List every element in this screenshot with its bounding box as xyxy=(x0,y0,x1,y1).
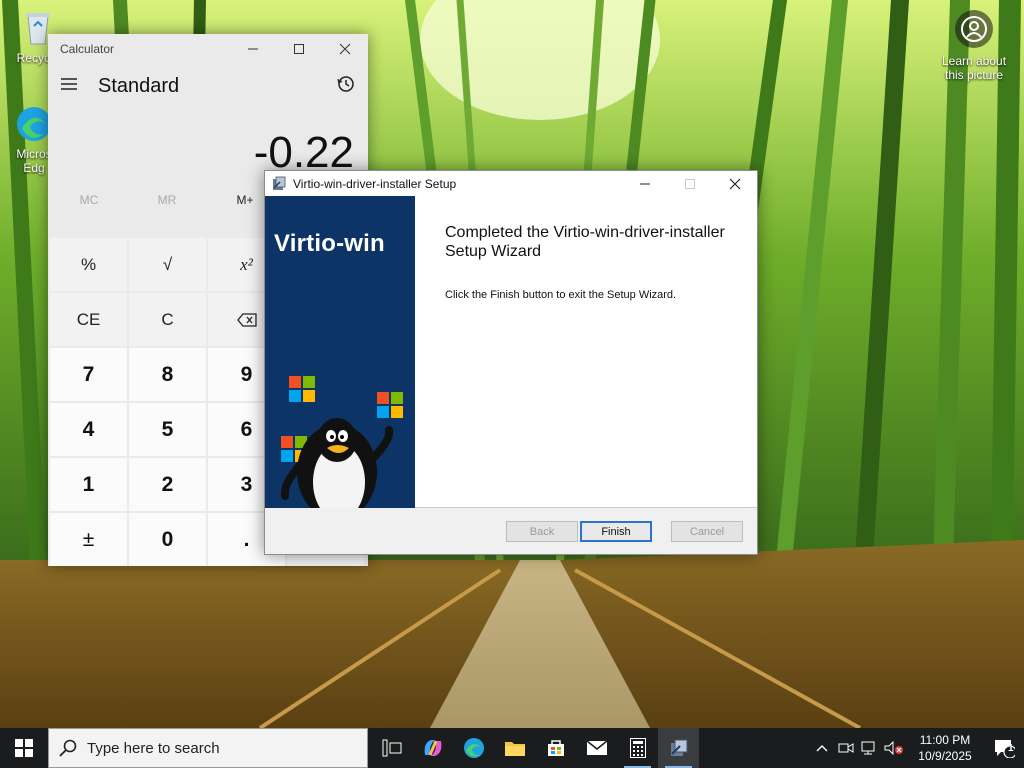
digit-0-key[interactable]: 0 xyxy=(129,513,206,566)
setup-titlebar[interactable]: Virtio-win-driver-installer Setup xyxy=(265,171,757,196)
setup-taskbar-button[interactable] xyxy=(658,728,699,768)
meet-icon xyxy=(838,743,854,753)
copilot-button[interactable] xyxy=(412,728,453,768)
tux-penguin-illustration xyxy=(280,376,403,508)
copilot-icon xyxy=(424,740,441,756)
volume-muted-icon xyxy=(884,741,903,755)
installer-app-icon xyxy=(271,176,287,192)
setup-message: Click the Finish button to exit the Setu… xyxy=(445,289,677,301)
history-icon xyxy=(337,75,354,92)
hamburger-icon xyxy=(61,77,77,90)
show-hidden-icons-button[interactable] xyxy=(810,728,834,768)
edge-icon xyxy=(463,738,484,758)
negate-key[interactable]: ± xyxy=(50,513,127,566)
learn-label-line1: Learn about xyxy=(941,54,1007,68)
digit-5-key[interactable]: 5 xyxy=(129,403,206,456)
maximize-icon xyxy=(294,44,304,54)
search-placeholder: Type here to search xyxy=(87,739,220,757)
store-icon xyxy=(547,740,564,756)
finish-button[interactable]: Finish xyxy=(580,521,652,542)
history-button[interactable] xyxy=(336,74,356,99)
mail-icon xyxy=(586,740,607,755)
calculator-header: Standard xyxy=(48,64,368,108)
edge-taskbar-button[interactable] xyxy=(453,728,494,768)
digit-4-key[interactable]: 4 xyxy=(50,403,127,456)
minimize-icon xyxy=(248,48,258,50)
search-icon xyxy=(59,739,77,757)
calculator-icon xyxy=(629,738,646,758)
clear-key[interactable]: C xyxy=(129,293,206,346)
notifications-button[interactable]: 1 xyxy=(984,728,1024,768)
system-tray: 11:00 PM 10/9/2025 1 xyxy=(810,728,1024,768)
network-button[interactable] xyxy=(858,728,882,768)
minimize-icon xyxy=(639,183,650,184)
calculator-mode: Standard xyxy=(98,74,180,97)
digit-8-key[interactable]: 8 xyxy=(129,348,206,401)
digit-1-key[interactable]: 1 xyxy=(50,458,127,511)
memory-clear-button[interactable]: MC xyxy=(50,193,128,207)
digit-7-key[interactable]: 7 xyxy=(50,348,127,401)
start-button[interactable] xyxy=(0,728,48,768)
setup-close-button[interactable] xyxy=(712,171,757,196)
backspace-icon xyxy=(236,312,257,327)
taskbar: Type here to search 11:00 PM 10/9/2025 1 xyxy=(0,728,1024,768)
cancel-button[interactable]: Cancel xyxy=(671,521,743,542)
installer-icon xyxy=(670,739,687,756)
close-icon xyxy=(729,178,740,189)
mail-button[interactable] xyxy=(576,728,617,768)
square-root-key[interactable]: √ xyxy=(129,238,206,291)
meet-now-button[interactable] xyxy=(834,728,858,768)
calculator-title: Calculator xyxy=(60,42,115,56)
setup-maximize-button xyxy=(667,171,712,196)
clock-date: 10/9/2025 xyxy=(918,749,972,763)
digit-2-key[interactable]: 2 xyxy=(129,458,206,511)
task-view-icon xyxy=(382,739,401,757)
calculator-titlebar[interactable]: Calculator xyxy=(48,34,368,64)
folder-icon xyxy=(504,742,525,756)
learn-about-picture[interactable]: Learn about this picture xyxy=(936,10,1012,82)
maximize-icon xyxy=(684,178,695,189)
percent-key[interactable]: % xyxy=(50,238,127,291)
back-button[interactable]: Back xyxy=(506,521,578,542)
setup-banner: Virtio-win xyxy=(265,196,415,508)
setup-body: Virtio-win Completed the Virtio-win-driv… xyxy=(265,196,757,508)
setup-heading: Completed the Virtio-win-driver-installe… xyxy=(445,224,725,260)
clock-time: 11:00 PM xyxy=(919,733,971,747)
clear-entry-key[interactable]: CE xyxy=(50,293,127,346)
calculator-taskbar-button[interactable] xyxy=(617,728,658,768)
memory-recall-button[interactable]: MR xyxy=(128,193,206,207)
volume-button[interactable] xyxy=(882,728,906,768)
taskbar-search-box[interactable]: Type here to search xyxy=(48,728,368,768)
setup-minimize-button[interactable] xyxy=(622,171,667,196)
windows-logo-icon xyxy=(15,739,33,757)
close-button[interactable] xyxy=(322,34,368,64)
hamburger-menu-button[interactable] xyxy=(60,77,78,96)
network-icon xyxy=(861,741,875,755)
minimize-button[interactable] xyxy=(230,34,276,64)
setup-title: Virtio-win-driver-installer Setup xyxy=(293,176,457,191)
task-view-button[interactable] xyxy=(371,728,412,768)
store-button[interactable] xyxy=(535,728,576,768)
setup-button-bar: Back Finish Cancel xyxy=(265,509,757,554)
notification-count: 1 xyxy=(1008,743,1014,754)
close-icon xyxy=(339,43,351,55)
maximize-button[interactable] xyxy=(276,34,322,64)
setup-wizard-window: Virtio-win-driver-installer Setup Virtio… xyxy=(264,170,758,555)
learn-label-line2: this picture xyxy=(944,68,1004,82)
file-explorer-button[interactable] xyxy=(494,728,535,768)
camera-icon xyxy=(955,10,993,48)
chevron-up-icon xyxy=(816,745,828,752)
clock[interactable]: 11:00 PM 10/9/2025 xyxy=(906,732,984,764)
